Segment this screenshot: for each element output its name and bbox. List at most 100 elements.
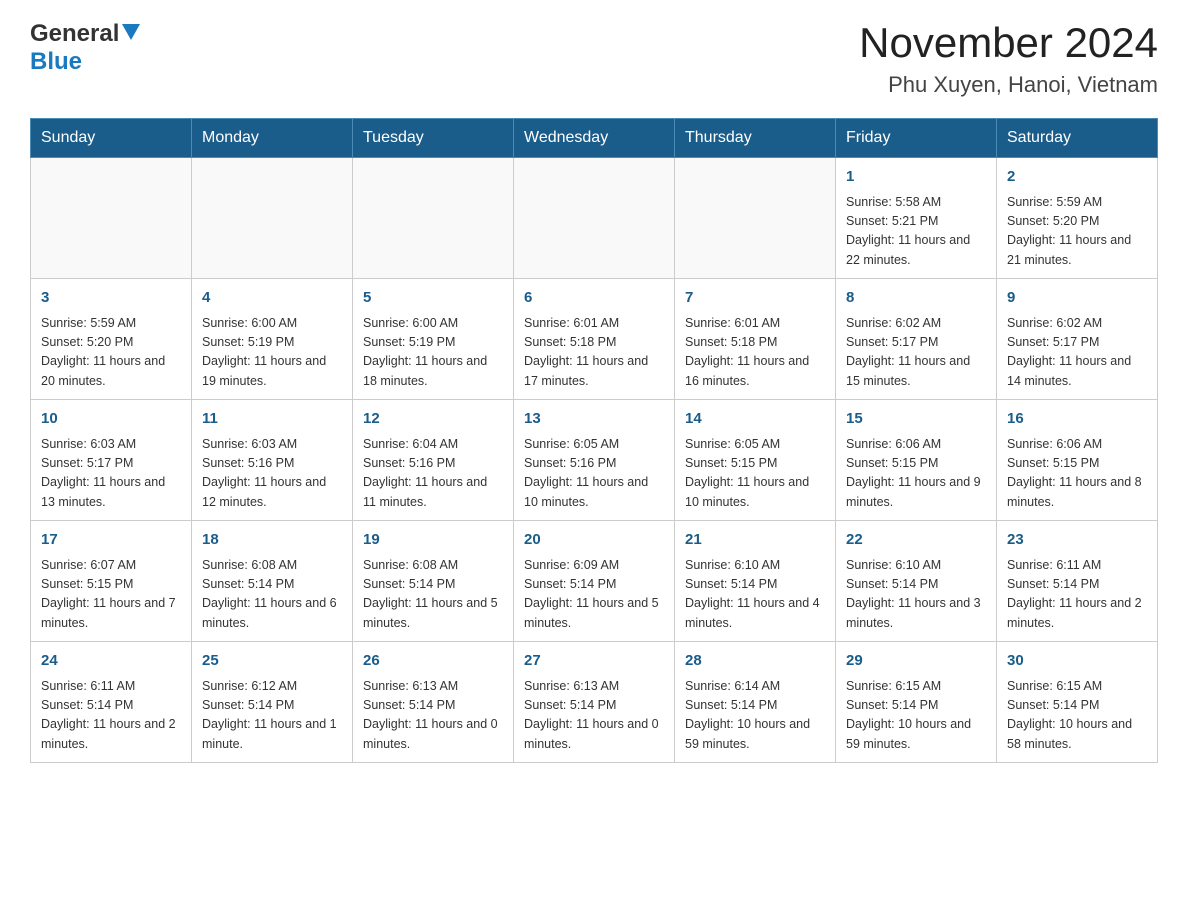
day-number: 10	[41, 408, 181, 431]
logo-blue-text: Blue	[30, 48, 82, 75]
day-number: 23	[1007, 529, 1147, 552]
day-info: Sunrise: 6:06 AMSunset: 5:15 PMDaylight:…	[1007, 435, 1147, 513]
day-cell: 16 Sunrise: 6:06 AMSunset: 5:15 PMDayligh…	[997, 400, 1158, 521]
col-tuesday: Tuesday	[353, 119, 514, 158]
day-info: Sunrise: 6:05 AMSunset: 5:16 PMDaylight:…	[524, 435, 664, 513]
day-number: 27	[524, 650, 664, 673]
day-info: Sunrise: 6:06 AMSunset: 5:15 PMDaylight:…	[846, 435, 986, 513]
day-number: 17	[41, 529, 181, 552]
col-saturday: Saturday	[997, 119, 1158, 158]
day-info: Sunrise: 6:02 AMSunset: 5:17 PMDaylight:…	[846, 314, 986, 392]
day-number: 29	[846, 650, 986, 673]
day-info: Sunrise: 6:00 AMSunset: 5:19 PMDaylight:…	[202, 314, 342, 392]
col-wednesday: Wednesday	[514, 119, 675, 158]
day-cell: 3 Sunrise: 5:59 AMSunset: 5:20 PMDaylight…	[31, 279, 192, 400]
day-cell: 8 Sunrise: 6:02 AMSunset: 5:17 PMDaylight…	[836, 279, 997, 400]
day-number: 21	[685, 529, 825, 552]
calendar-table: Sunday Monday Tuesday Wednesday Thursday…	[30, 118, 1158, 763]
day-cell: 14 Sunrise: 6:05 AMSunset: 5:15 PMDayligh…	[675, 400, 836, 521]
day-info: Sunrise: 6:03 AMSunset: 5:16 PMDaylight:…	[202, 435, 342, 513]
col-thursday: Thursday	[675, 119, 836, 158]
day-cell: 30 Sunrise: 6:15 AMSunset: 5:14 PMDayligh…	[997, 642, 1158, 763]
day-number: 15	[846, 408, 986, 431]
day-cell: 22 Sunrise: 6:10 AMSunset: 5:14 PMDayligh…	[836, 521, 997, 642]
day-number: 24	[41, 650, 181, 673]
day-info: Sunrise: 6:10 AMSunset: 5:14 PMDaylight:…	[685, 556, 825, 634]
day-number: 16	[1007, 408, 1147, 431]
day-number: 6	[524, 287, 664, 310]
col-friday: Friday	[836, 119, 997, 158]
day-cell: 23 Sunrise: 6:11 AMSunset: 5:14 PMDayligh…	[997, 521, 1158, 642]
day-info: Sunrise: 6:11 AMSunset: 5:14 PMDaylight:…	[1007, 556, 1147, 634]
day-number: 4	[202, 287, 342, 310]
day-info: Sunrise: 6:05 AMSunset: 5:15 PMDaylight:…	[685, 435, 825, 513]
day-number: 5	[363, 287, 503, 310]
day-info: Sunrise: 6:00 AMSunset: 5:19 PMDaylight:…	[363, 314, 503, 392]
day-number: 22	[846, 529, 986, 552]
day-cell: 24 Sunrise: 6:11 AMSunset: 5:14 PMDayligh…	[31, 642, 192, 763]
day-cell	[353, 158, 514, 279]
day-info: Sunrise: 6:08 AMSunset: 5:14 PMDaylight:…	[202, 556, 342, 634]
week-row-1: 1 Sunrise: 5:58 AMSunset: 5:21 PMDaylight…	[31, 158, 1158, 279]
day-info: Sunrise: 6:02 AMSunset: 5:17 PMDaylight:…	[1007, 314, 1147, 392]
day-number: 13	[524, 408, 664, 431]
calendar-header-row: Sunday Monday Tuesday Wednesday Thursday…	[31, 119, 1158, 158]
day-number: 28	[685, 650, 825, 673]
day-cell	[514, 158, 675, 279]
day-number: 8	[846, 287, 986, 310]
logo: General Blue	[30, 20, 140, 76]
day-cell: 27 Sunrise: 6:13 AMSunset: 5:14 PMDayligh…	[514, 642, 675, 763]
day-info: Sunrise: 6:07 AMSunset: 5:15 PMDaylight:…	[41, 556, 181, 634]
logo-triangle-icon	[122, 24, 140, 47]
day-info: Sunrise: 6:13 AMSunset: 5:14 PMDaylight:…	[524, 677, 664, 755]
day-cell: 1 Sunrise: 5:58 AMSunset: 5:21 PMDaylight…	[836, 158, 997, 279]
week-row-5: 24 Sunrise: 6:11 AMSunset: 5:14 PMDayligh…	[31, 642, 1158, 763]
day-cell: 28 Sunrise: 6:14 AMSunset: 5:14 PMDayligh…	[675, 642, 836, 763]
day-info: Sunrise: 6:08 AMSunset: 5:14 PMDaylight:…	[363, 556, 503, 634]
day-number: 18	[202, 529, 342, 552]
day-info: Sunrise: 6:09 AMSunset: 5:14 PMDaylight:…	[524, 556, 664, 634]
day-number: 14	[685, 408, 825, 431]
day-number: 30	[1007, 650, 1147, 673]
day-info: Sunrise: 6:01 AMSunset: 5:18 PMDaylight:…	[524, 314, 664, 392]
day-number: 1	[846, 166, 986, 189]
day-cell: 7Sunrise: 6:01 AMSunset: 5:18 PMDaylight…	[675, 279, 836, 400]
day-cell: 9Sunrise: 6:02 AMSunset: 5:17 PMDaylight…	[997, 279, 1158, 400]
day-info: Sunrise: 6:14 AMSunset: 5:14 PMDaylight:…	[685, 677, 825, 755]
day-number: 3	[41, 287, 181, 310]
day-cell: 15 Sunrise: 6:06 AMSunset: 5:15 PMDayligh…	[836, 400, 997, 521]
col-sunday: Sunday	[31, 119, 192, 158]
day-info: Sunrise: 6:01 AMSunset: 5:18 PMDaylight:…	[685, 314, 825, 392]
day-cell: 13 Sunrise: 6:05 AMSunset: 5:16 PMDayligh…	[514, 400, 675, 521]
day-number: 11	[202, 408, 342, 431]
col-monday: Monday	[192, 119, 353, 158]
day-info: Sunrise: 6:11 AMSunset: 5:14 PMDaylight:…	[41, 677, 181, 755]
day-number: 26	[363, 650, 503, 673]
day-cell: 11 Sunrise: 6:03 AMSunset: 5:16 PMDayligh…	[192, 400, 353, 521]
day-info: Sunrise: 6:10 AMSunset: 5:14 PMDaylight:…	[846, 556, 986, 634]
logo-general-text: General	[30, 20, 119, 48]
day-number: 19	[363, 529, 503, 552]
week-row-2: 3 Sunrise: 5:59 AMSunset: 5:20 PMDaylight…	[31, 279, 1158, 400]
day-cell: 6 Sunrise: 6:01 AMSunset: 5:18 PMDaylight…	[514, 279, 675, 400]
day-number: 2	[1007, 166, 1147, 189]
day-info: Sunrise: 5:59 AMSunset: 5:20 PMDaylight:…	[1007, 193, 1147, 271]
day-cell: 4 Sunrise: 6:00 AMSunset: 5:19 PMDaylight…	[192, 279, 353, 400]
day-cell: 21 Sunrise: 6:10 AMSunset: 5:14 PMDayligh…	[675, 521, 836, 642]
day-cell: 12Sunrise: 6:04 AMSunset: 5:16 PMDayligh…	[353, 400, 514, 521]
day-cell: 29Sunrise: 6:15 AMSunset: 5:14 PMDayligh…	[836, 642, 997, 763]
day-info: Sunrise: 6:03 AMSunset: 5:17 PMDaylight:…	[41, 435, 181, 513]
day-info: Sunrise: 5:59 AMSunset: 5:20 PMDaylight:…	[41, 314, 181, 392]
day-info: Sunrise: 6:15 AMSunset: 5:14 PMDaylight:…	[1007, 677, 1147, 755]
day-cell: 18 Sunrise: 6:08 AMSunset: 5:14 PMDayligh…	[192, 521, 353, 642]
day-cell: 2 Sunrise: 5:59 AMSunset: 5:20 PMDaylight…	[997, 158, 1158, 279]
day-cell	[31, 158, 192, 279]
calendar-title: November 2024	[859, 20, 1158, 66]
day-number: 12	[363, 408, 503, 431]
week-row-3: 10 Sunrise: 6:03 AMSunset: 5:17 PMDayligh…	[31, 400, 1158, 521]
day-cell: 25Sunrise: 6:12 AMSunset: 5:14 PMDayligh…	[192, 642, 353, 763]
week-row-4: 17 Sunrise: 6:07 AMSunset: 5:15 PMDayligh…	[31, 521, 1158, 642]
day-number: 20	[524, 529, 664, 552]
title-block: November 2024 Phu Xuyen, Hanoi, Vietnam	[859, 20, 1158, 98]
day-info: Sunrise: 5:58 AMSunset: 5:21 PMDaylight:…	[846, 193, 986, 271]
